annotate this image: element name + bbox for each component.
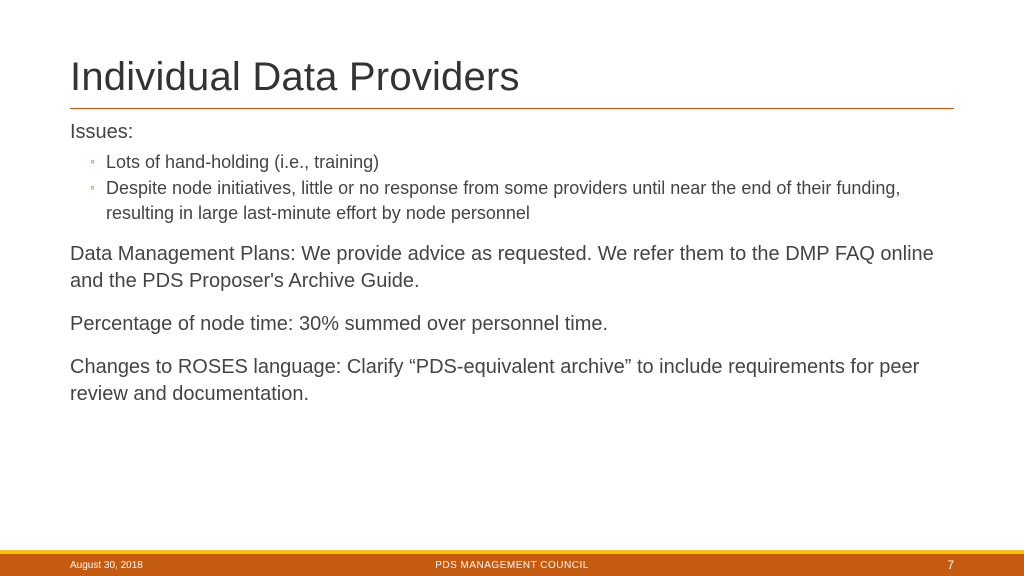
footer-page-number: 7 <box>947 558 954 572</box>
footer-bar: August 30, 2018 PDS MANAGEMENT COUNCIL 7 <box>0 554 1024 576</box>
paragraph: Data Management Plans: We provide advice… <box>70 241 954 295</box>
paragraph: Percentage of node time: 30% summed over… <box>70 311 954 338</box>
footer-center: PDS MANAGEMENT COUNCIL <box>435 560 589 571</box>
issues-heading: Issues: <box>70 121 954 144</box>
list-item: Despite node initiatives, little or no r… <box>90 176 954 225</box>
list-item: Lots of hand-holding (i.e., training) <box>90 150 954 174</box>
footer-date: August 30, 2018 <box>70 560 143 571</box>
paragraph: Changes to ROSES language: Clarify “PDS-… <box>70 354 954 408</box>
slide: Individual Data Providers Issues: Lots o… <box>0 0 1024 576</box>
slide-title: Individual Data Providers <box>70 55 954 109</box>
issues-list: Lots of hand-holding (i.e., training) De… <box>90 150 954 225</box>
